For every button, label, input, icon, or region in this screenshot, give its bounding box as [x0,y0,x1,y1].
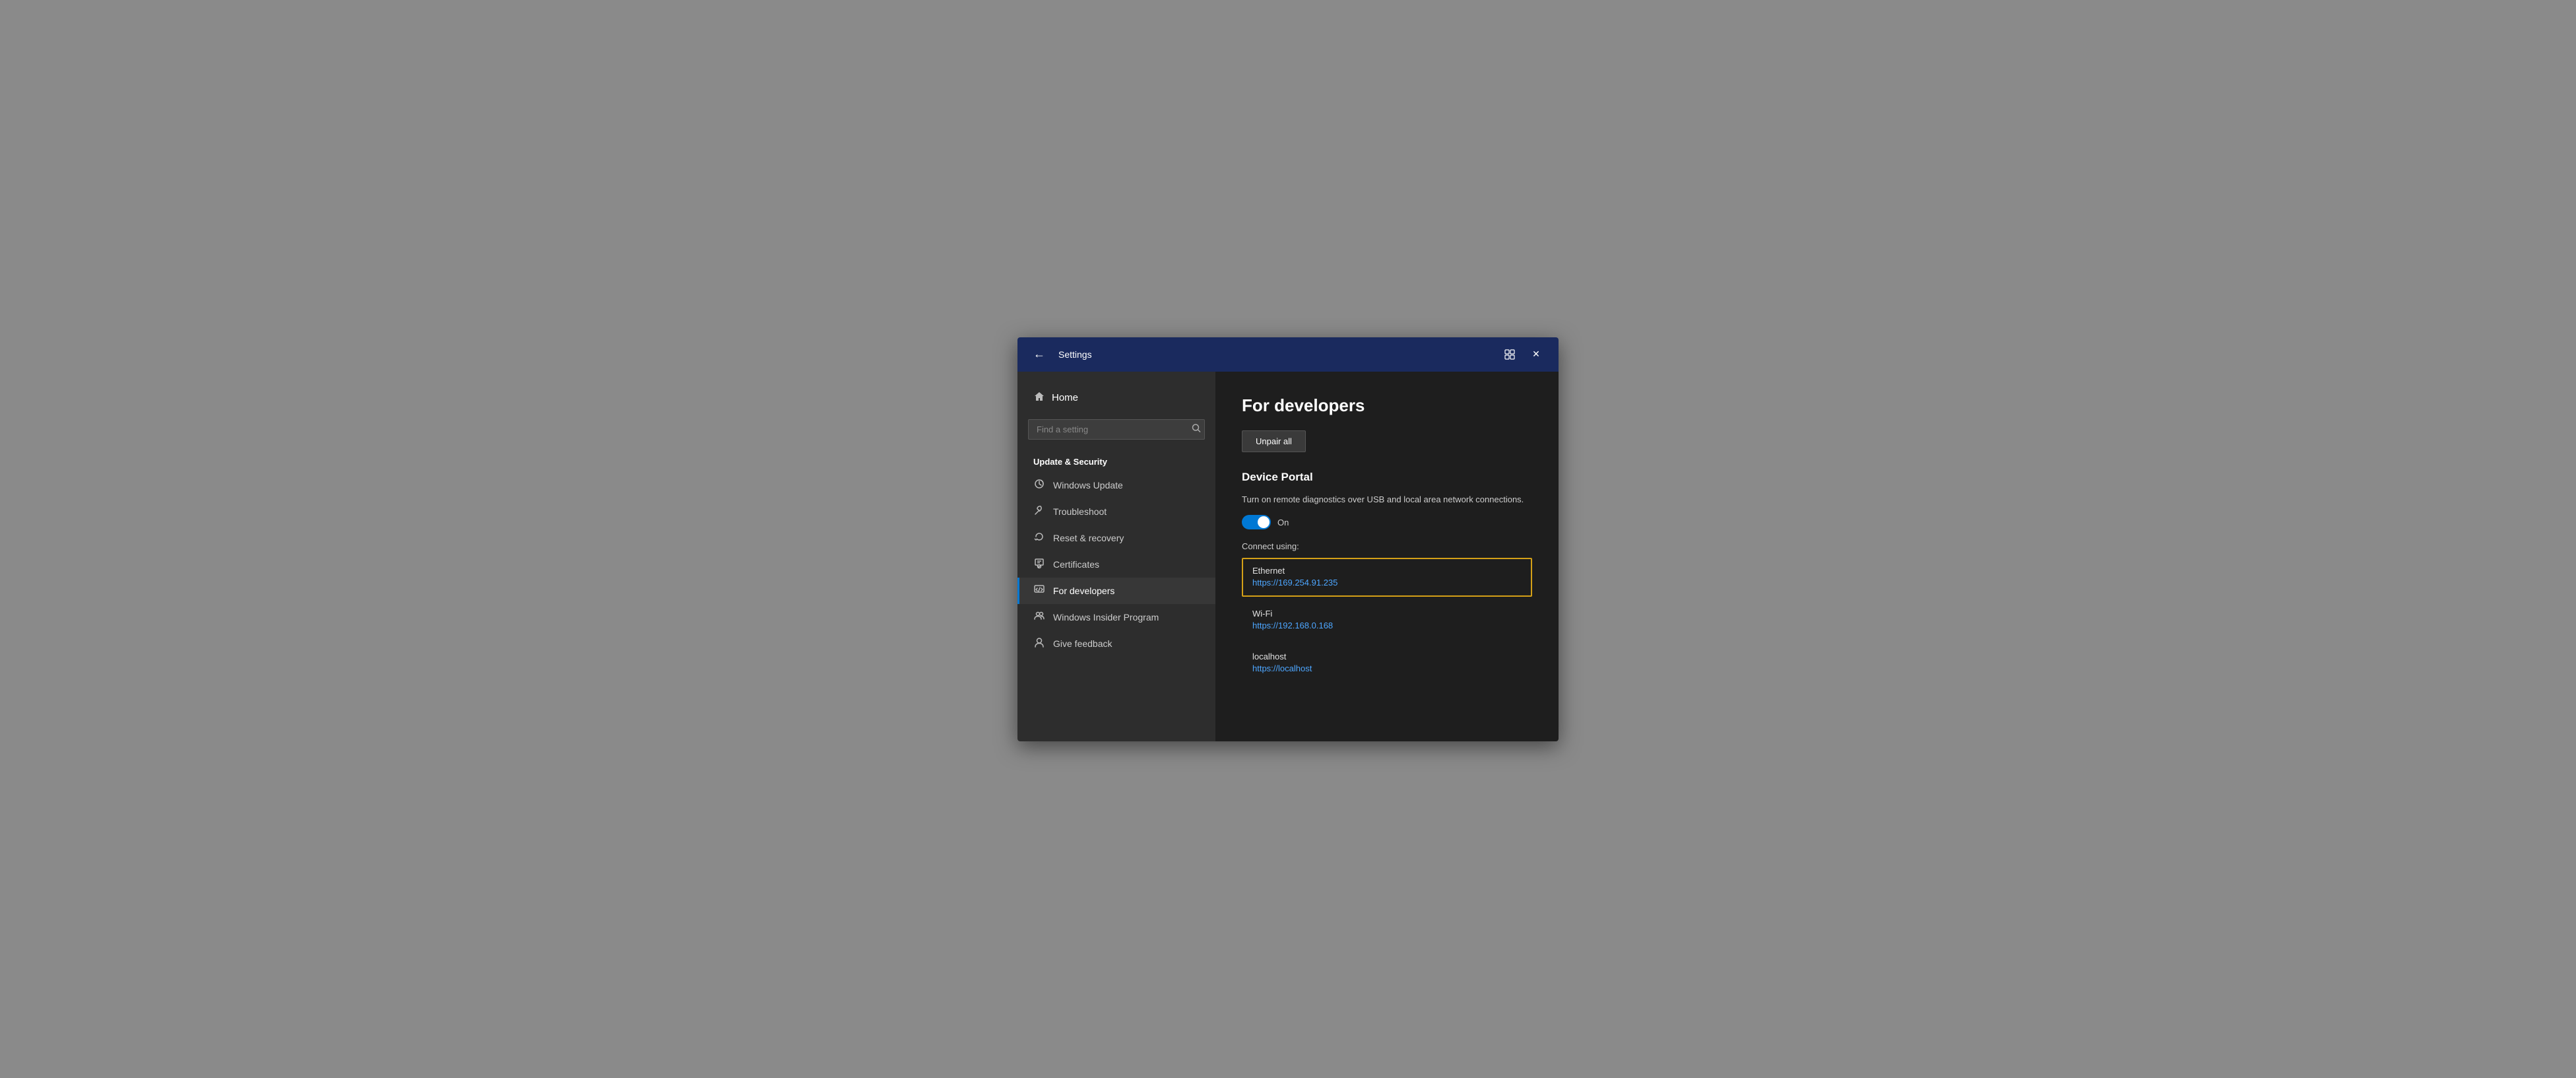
sidebar-item-give-feedback[interactable]: Give feedback [1017,630,1215,657]
sidebar-item-label: Windows Insider Program [1053,612,1159,623]
sidebar-item-windows-insider[interactable]: Windows Insider Program [1017,604,1215,630]
connection-localhost[interactable]: localhost https://localhost [1242,644,1532,683]
sidebar-item-reset-recovery[interactable]: Reset & recovery [1017,525,1215,551]
search-container [1028,419,1205,440]
close-button[interactable]: ✕ [1524,343,1548,366]
home-icon [1033,391,1045,405]
toggle-label: On [1277,518,1289,527]
sidebar-item-certificates[interactable]: Certificates [1017,551,1215,578]
toggle-row: On [1242,515,1532,529]
sidebar-item-label: For developers [1053,586,1114,596]
certificates-icon [1033,558,1045,571]
connection-localhost-url[interactable]: https://localhost [1252,663,1312,673]
search-input[interactable] [1028,419,1205,440]
device-portal-toggle[interactable] [1242,515,1271,529]
give-feedback-icon [1033,637,1045,650]
sidebar-item-label: Give feedback [1053,638,1112,649]
sidebar-item-for-developers[interactable]: For developers [1017,578,1215,604]
sidebar-item-label: Certificates [1053,559,1099,570]
snap-button[interactable] [1498,343,1522,366]
page-title: For developers [1242,395,1532,416]
windows-update-icon [1033,479,1045,492]
device-portal-title: Device Portal [1242,471,1532,484]
device-portal-description: Turn on remote diagnostics over USB and … [1242,493,1532,506]
for-developers-icon [1033,584,1045,597]
reset-icon [1033,531,1045,545]
sidebar-section-label: Update & Security [1017,448,1215,472]
main-content: For developers Unpair all Device Portal … [1215,372,1559,741]
window-controls: ✕ [1498,343,1548,366]
windows-insider-icon [1033,611,1045,624]
sidebar: Home Update & Security [1017,372,1215,741]
content-area: Home Update & Security [1017,372,1559,741]
window-title: Settings [1058,349,1498,360]
sidebar-item-label: Troubleshoot [1053,506,1107,517]
connection-ethernet[interactable]: Ethernet https://169.254.91.235 [1242,558,1532,597]
sidebar-item-windows-update[interactable]: Windows Update [1017,472,1215,498]
connection-localhost-name: localhost [1252,652,1522,661]
toggle-knob [1258,516,1270,528]
settings-window: ← Settings ✕ Hom [1017,337,1559,741]
back-button[interactable]: ← [1028,345,1050,364]
connect-using-label: Connect using: [1242,541,1532,551]
connection-ethernet-url[interactable]: https://169.254.91.235 [1252,578,1337,588]
sidebar-item-troubleshoot[interactable]: Troubleshoot [1017,498,1215,525]
search-icon-button[interactable] [1192,424,1201,435]
sidebar-item-label: Reset & recovery [1053,533,1124,543]
connection-wifi[interactable]: Wi-Fi https://192.168.0.168 [1242,601,1532,640]
connection-wifi-url[interactable]: https://192.168.0.168 [1252,621,1333,630]
sidebar-item-label: Windows Update [1053,480,1123,490]
home-label: Home [1052,392,1078,403]
titlebar: ← Settings ✕ [1017,337,1559,372]
connection-ethernet-name: Ethernet [1252,566,1522,576]
sidebar-home[interactable]: Home [1017,385,1215,411]
unpair-all-button[interactable]: Unpair all [1242,430,1306,452]
troubleshoot-icon [1033,505,1045,518]
connection-wifi-name: Wi-Fi [1252,609,1522,619]
